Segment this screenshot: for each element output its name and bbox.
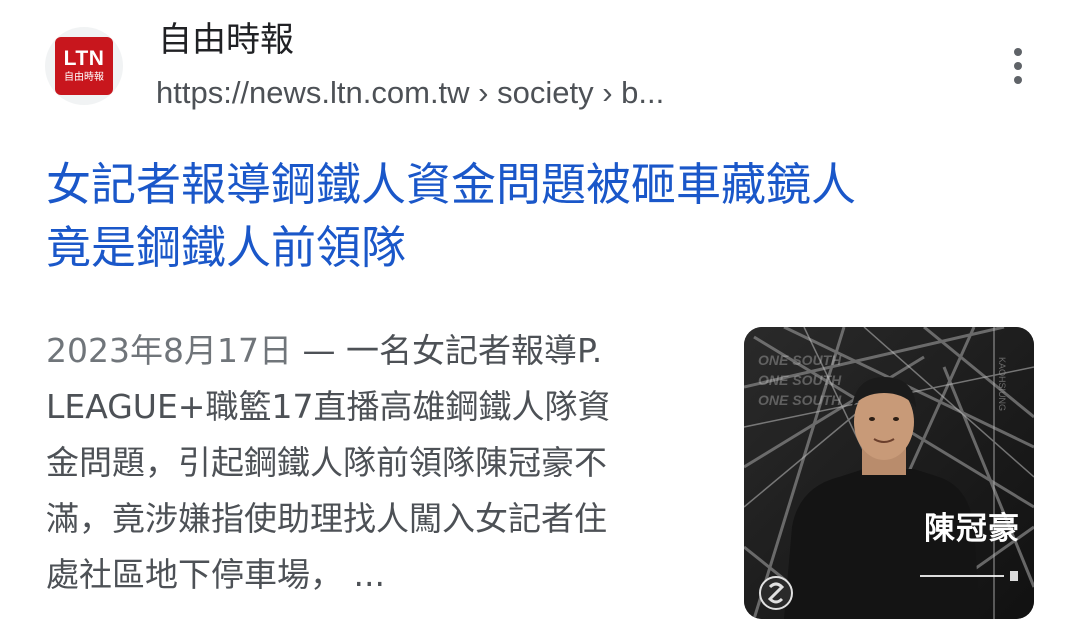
favicon-logo-text: LTN bbox=[63, 47, 105, 70]
svg-text:KAOHSIUNG: KAOHSIUNG bbox=[997, 357, 1007, 411]
more-vert-icon-dot bbox=[1014, 62, 1022, 70]
site-favicon[interactable]: LTN 自由時報 bbox=[45, 27, 123, 105]
more-options-button[interactable] bbox=[1000, 42, 1036, 90]
result-title-link[interactable]: 女記者報導鋼鐵人資金問題被砸車藏鏡人 竟是鋼鐵人前領隊 bbox=[46, 153, 1036, 279]
snippet-date: 2023年8月17日 bbox=[46, 331, 292, 370]
ltn-logo-icon: LTN 自由時報 bbox=[55, 37, 113, 95]
thumbnail-photo: ONE SOUTH ONE SOUTH ONE SOUTH KAOHSIUNG bbox=[744, 327, 1034, 619]
more-vert-icon-dot bbox=[1014, 76, 1022, 84]
site-url-breadcrumb[interactable]: https://news.ltn.com.tw › society › b... bbox=[156, 72, 664, 114]
svg-text:ONE SOUTH: ONE SOUTH bbox=[758, 352, 842, 368]
result-snippet: 2023年8月17日 — 一名女記者報導P. LEAGUE+職籃17直播高雄鋼鐵… bbox=[46, 323, 696, 603]
thumbnail-name-text: 陳冠豪 bbox=[924, 511, 1020, 547]
svg-text:ONE SOUTH: ONE SOUTH bbox=[758, 372, 842, 388]
more-vert-icon bbox=[1014, 48, 1022, 56]
site-name[interactable]: 自由時報 bbox=[158, 18, 294, 62]
result-thumbnail-image[interactable]: ONE SOUTH ONE SOUTH ONE SOUTH KAOHSIUNG … bbox=[744, 327, 1034, 619]
search-result-card: LTN 自由時報 自由時報 https://news.ltn.com.tw › … bbox=[0, 0, 1080, 637]
snippet-text: 一名女記者報導P. LEAGUE+職籃17直播高雄鋼鐵人隊資 金問題，引起鋼鐵人… bbox=[46, 331, 611, 594]
svg-text:ONE SOUTH: ONE SOUTH bbox=[758, 392, 842, 408]
snippet-separator: — bbox=[291, 331, 346, 370]
favicon-logo-subtext: 自由時報 bbox=[64, 72, 104, 83]
